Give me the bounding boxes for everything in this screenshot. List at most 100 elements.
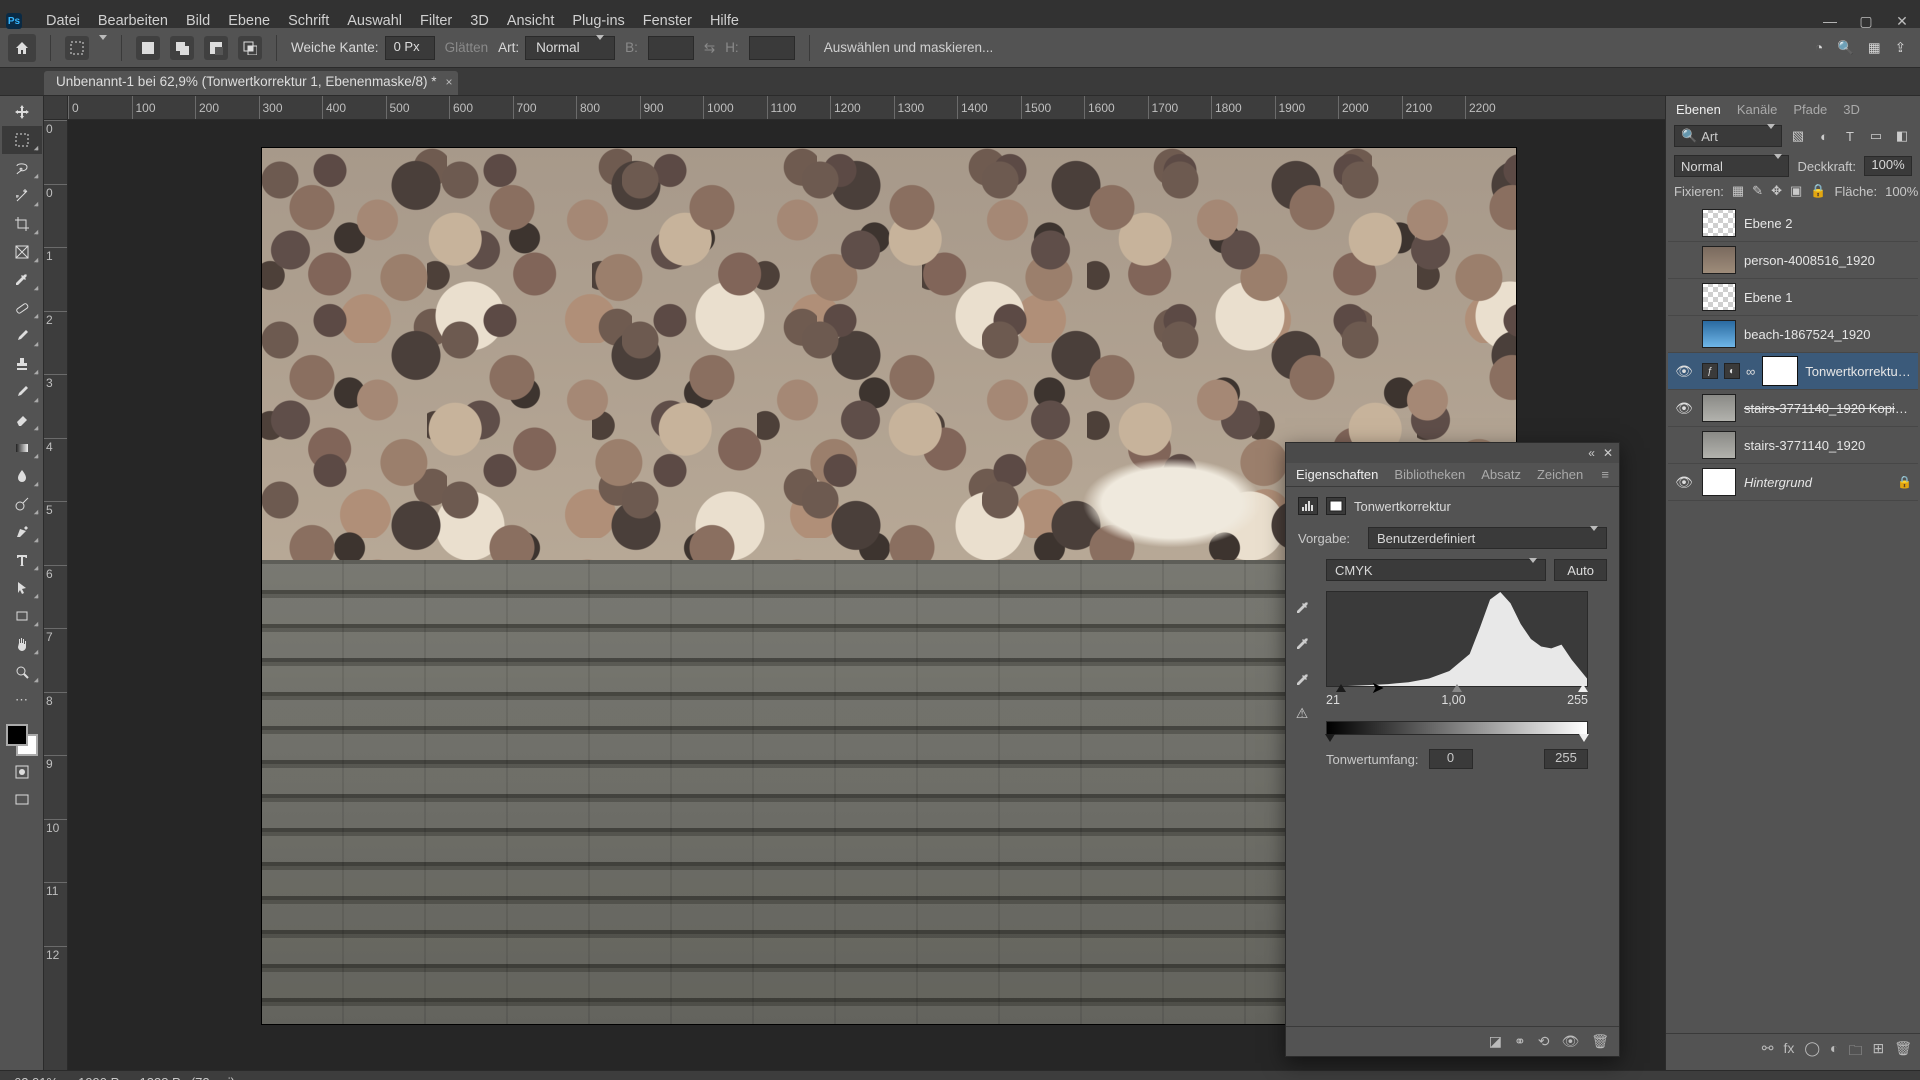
layer-row[interactable]: beach-1867524_1920 <box>1668 316 1918 353</box>
output-white-input[interactable]: 255 <box>1544 749 1588 769</box>
tab-absatz[interactable]: Absatz <box>1481 467 1521 482</box>
filter-smart-icon[interactable]: ◧ <box>1892 126 1912 146</box>
layer-visibility-toggle[interactable]: 👁 <box>1674 363 1694 380</box>
window-close-button[interactable]: ✕ <box>1884 14 1920 28</box>
ruler-horizontal[interactable]: 0100200300400500600700800900100011001200… <box>68 96 1665 120</box>
filter-shape-icon[interactable]: ▭ <box>1866 126 1886 146</box>
layer-name[interactable]: person-4008516_1920 <box>1744 253 1912 268</box>
output-gradient[interactable] <box>1326 721 1588 735</box>
layer-name[interactable]: stairs-3771140_1920 <box>1744 438 1912 453</box>
document-tab[interactable]: Unbenannt-1 bei 62,9% (Tonwertkorrektur … <box>44 71 458 95</box>
filter-pixel-icon[interactable]: ▧ <box>1788 126 1808 146</box>
menu-fenster[interactable]: Fenster <box>643 13 692 29</box>
hand-tool[interactable] <box>2 630 42 658</box>
layer-link-icon[interactable]: ⚯ <box>1762 1040 1774 1064</box>
status-doc-dims[interactable]: 1990 Px x 1338 Px (72 ppi) <box>78 1075 235 1080</box>
layer-row[interactable]: 👁Hintergrund🔒 <box>1668 464 1918 501</box>
layer-fx-icon[interactable]: fx <box>1783 1040 1794 1064</box>
layer-thumbnail[interactable] <box>1702 394 1736 422</box>
opacity-input[interactable]: 100% <box>1864 156 1912 176</box>
quick-select-tool[interactable] <box>2 182 42 210</box>
tab-zeichen[interactable]: Zeichen <box>1537 467 1583 482</box>
layer-thumbnail[interactable] <box>1702 431 1736 459</box>
foreground-color-swatch[interactable] <box>6 724 28 746</box>
quickmask-button[interactable] <box>2 758 42 786</box>
white-point-slider[interactable] <box>1578 684 1588 692</box>
menu-filter[interactable]: Filter <box>420 13 452 29</box>
layer-adjustment-icon[interactable]: ◐ <box>1830 1040 1838 1064</box>
share-icon[interactable]: ⇪ <box>1895 40 1906 56</box>
output-white-slider[interactable] <box>1579 734 1589 742</box>
black-point-slider[interactable] <box>1336 684 1346 692</box>
layer-thumbnail[interactable] <box>1702 468 1736 496</box>
screenmode-button[interactable] <box>2 786 42 814</box>
layer-thumbnail[interactable] <box>1702 320 1736 348</box>
edit-toolbar-button[interactable]: ⋯ <box>2 686 42 714</box>
frame-tool[interactable] <box>2 238 42 266</box>
feather-input[interactable]: 0 Px <box>385 36 435 60</box>
marquee-tool-indicator[interactable] <box>65 36 89 60</box>
visibility-icon[interactable]: 👁 <box>1561 1033 1579 1050</box>
selection-add-button[interactable] <box>170 36 194 60</box>
tab-bibliotheken[interactable]: Bibliotheken <box>1394 467 1465 482</box>
menu-hilfe[interactable]: Hilfe <box>710 13 739 29</box>
layer-mask-thumbnail[interactable] <box>1763 357 1797 385</box>
pen-tool[interactable] <box>2 518 42 546</box>
lock-artboard-icon[interactable]: ▣ <box>1790 183 1802 199</box>
layer-thumbnail[interactable] <box>1702 209 1736 237</box>
menu-ebene[interactable]: Ebene <box>228 13 270 29</box>
menu-schrift[interactable]: Schrift <box>288 13 329 29</box>
crop-tool[interactable] <box>2 210 42 238</box>
gradient-tool[interactable] <box>2 434 42 462</box>
history-brush-tool[interactable] <box>2 378 42 406</box>
layer-row[interactable]: Ebene 1 <box>1668 279 1918 316</box>
brush-tool[interactable] <box>2 322 42 350</box>
layer-group-icon[interactable]: 🗀 <box>1848 1040 1862 1064</box>
menu-ansicht[interactable]: Ansicht <box>507 13 555 29</box>
reset-icon[interactable]: ⟲ <box>1538 1033 1550 1050</box>
preset-dropdown[interactable]: Benutzerdefiniert <box>1368 527 1607 549</box>
style-dropdown[interactable]: Normal <box>525 36 615 60</box>
filter-adjust-icon[interactable]: ◐ <box>1814 126 1834 146</box>
search-icon[interactable]: 🔍 <box>1837 40 1854 56</box>
selection-new-button[interactable] <box>136 36 160 60</box>
lasso-tool[interactable] <box>2 154 42 182</box>
gamut-warning-icon[interactable]: ⚠ <box>1290 705 1314 722</box>
auto-button[interactable]: Auto <box>1554 559 1607 581</box>
clip-to-layer-icon[interactable]: ◪ <box>1489 1033 1502 1050</box>
layer-name[interactable]: Tonwertkorrektur 1 <box>1805 364 1912 379</box>
layer-name[interactable]: Ebene 2 <box>1744 216 1912 231</box>
menu-datei[interactable]: Datei <box>46 13 80 29</box>
stamp-tool[interactable] <box>2 350 42 378</box>
eraser-tool[interactable] <box>2 406 42 434</box>
output-black-input[interactable]: 0 <box>1429 749 1473 769</box>
tab-ebenen[interactable]: Ebenen <box>1676 102 1721 117</box>
zoom-tool[interactable] <box>2 658 42 686</box>
mid-point-value[interactable]: 1,00 <box>1441 693 1465 707</box>
layer-filter-search[interactable]: 🔍 Art <box>1674 125 1782 147</box>
layer-thumbnail[interactable] <box>1702 246 1736 274</box>
ruler-vertical[interactable]: 00123456789101112 <box>44 120 68 1070</box>
shape-tool[interactable] <box>2 602 42 630</box>
mask-mode-icon[interactable] <box>1326 497 1346 515</box>
tab-pfade[interactable]: Pfade <box>1793 102 1827 117</box>
eyedropper-black-button[interactable] <box>1292 597 1314 619</box>
workspace-icon[interactable]: ▦ <box>1868 40 1881 56</box>
menu-bearbeiten[interactable]: Bearbeiten <box>98 13 168 29</box>
path-select-tool[interactable] <box>2 574 42 602</box>
menu-3d[interactable]: 3D <box>470 13 489 29</box>
channel-dropdown[interactable]: CMYK <box>1326 559 1546 581</box>
window-minimize-button[interactable]: — <box>1812 14 1848 28</box>
cloud-docs-icon[interactable]: ◔ <box>1815 40 1823 55</box>
black-point-value[interactable]: 21 <box>1326 693 1340 707</box>
select-and-mask-button[interactable]: Auswählen und maskieren... <box>824 40 994 55</box>
lock-position-icon[interactable]: ✥ <box>1771 183 1782 199</box>
tab-3d[interactable]: 3D <box>1843 102 1860 117</box>
document-tab-close-icon[interactable]: × <box>445 75 452 89</box>
foreground-background-colors[interactable] <box>4 722 40 758</box>
layer-visibility-toggle[interactable]: 👁 <box>1674 474 1694 491</box>
status-more-icon[interactable]: › <box>255 1075 259 1080</box>
eyedropper-gray-button[interactable] <box>1292 633 1314 655</box>
dodge-tool[interactable] <box>2 490 42 518</box>
layer-trash-icon[interactable]: 🗑 <box>1894 1040 1912 1064</box>
